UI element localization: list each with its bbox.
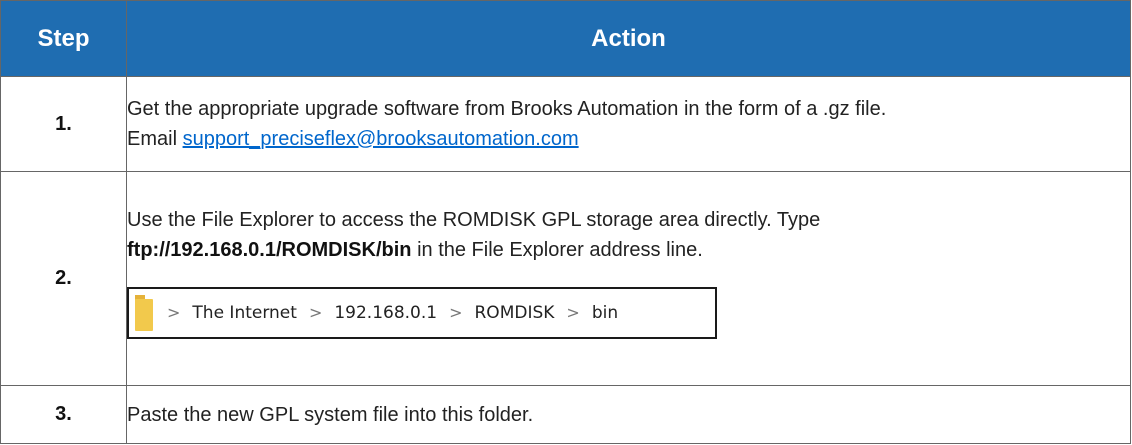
chevron-right-icon: > bbox=[566, 302, 580, 322]
action-cell: Get the appropriate upgrade software fro… bbox=[126, 76, 1131, 172]
table-row: 1. Get the appropriate upgrade software … bbox=[0, 76, 1131, 172]
breadcrumb-item: 192.168.0.1 bbox=[334, 302, 438, 323]
breadcrumb-item: bin bbox=[591, 302, 619, 323]
breadcrumb-item: ROMDISK bbox=[474, 302, 555, 323]
steps-table: Step Action 1. Get the appropriate upgra… bbox=[0, 0, 1131, 444]
table-row: 2. Use the File Explorer to access the R… bbox=[0, 171, 1131, 386]
chevron-right-icon: > bbox=[167, 302, 181, 322]
action-text-suffix: in the File Explorer address line. bbox=[411, 238, 703, 261]
step-number: 1. bbox=[0, 76, 127, 172]
action-text: Get the appropriate upgrade software fro… bbox=[127, 98, 887, 120]
email-label: Email bbox=[127, 128, 183, 150]
action-cell: Use the File Explorer to access the ROMD… bbox=[126, 171, 1131, 386]
chevron-right-icon: > bbox=[449, 302, 463, 322]
command-line: ftp://192.168.0.1/ROMDISK/bin in the Fil… bbox=[127, 235, 1130, 265]
step-number: 2. bbox=[0, 171, 127, 386]
action-cell: Paste the new GPL system file into this … bbox=[126, 385, 1131, 444]
ftp-command: ftp://192.168.0.1/ROMDISK/bin bbox=[127, 238, 412, 261]
action-text: Use the File Explorer to access the ROMD… bbox=[127, 208, 821, 231]
chevron-right-icon: > bbox=[308, 302, 323, 322]
email-line: Email support_preciseflex@brooksautomati… bbox=[127, 124, 1130, 154]
header-action: Action bbox=[126, 0, 1131, 77]
support-email-link[interactable]: support_preciseflex@brooksautomation.com bbox=[183, 128, 579, 150]
header-step: Step bbox=[0, 0, 127, 77]
table-row: 3. Paste the new GPL system file into th… bbox=[0, 385, 1131, 444]
folder-icon bbox=[135, 294, 153, 331]
header-row: Step Action bbox=[0, 0, 1131, 77]
step-number: 3. bbox=[0, 385, 127, 444]
breadcrumb-item: The Internet bbox=[192, 302, 297, 323]
address-bar-screenshot: > The Internet > 192.168.0.1 > ROMDISK >… bbox=[127, 286, 717, 339]
